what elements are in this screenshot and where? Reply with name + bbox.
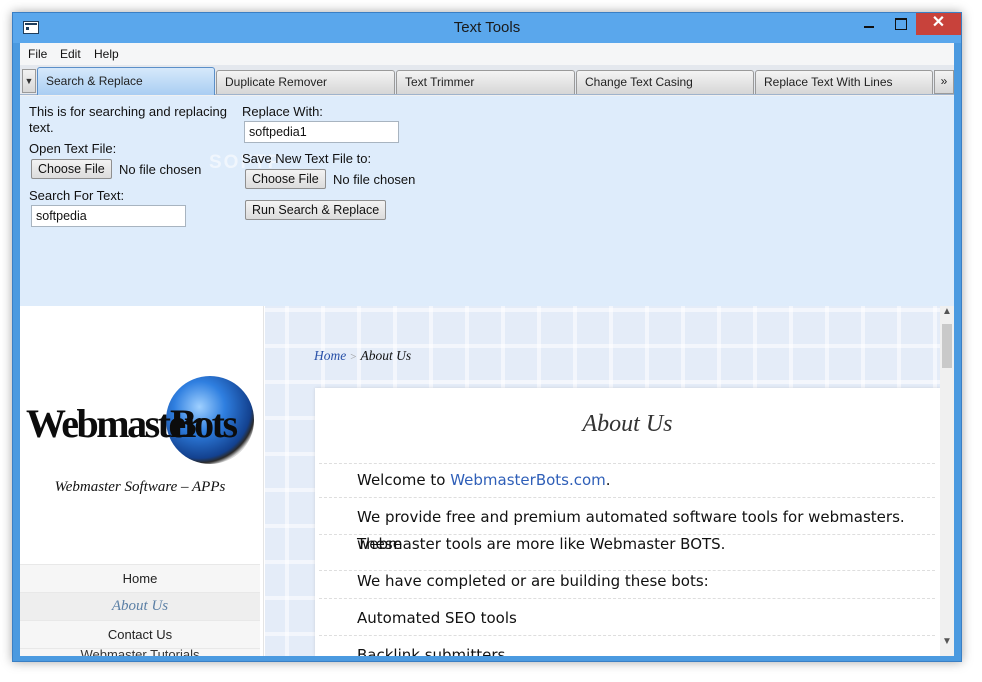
bot-item-backlink: Backlink submitters	[357, 646, 506, 656]
bots-intro: We have completed or are building these …	[357, 572, 709, 590]
menu-edit[interactable]: Edit	[60, 47, 81, 61]
app-window: Text Tools ✕ File Edit Help ▼ Search & R…	[12, 12, 962, 662]
web-view: Webmaster Bots Webmaster Software – APPs…	[20, 306, 954, 656]
nav-item-home[interactable]: Home	[20, 564, 260, 592]
tab-strip: ▼ Search & Replace Duplicate Remover Tex…	[20, 65, 954, 95]
tab-text-trimmer[interactable]: Text Trimmer	[396, 70, 575, 94]
tab-change-text-casing[interactable]: Change Text Casing	[576, 70, 754, 94]
content-card: About Us Welcome to WebmasterBots.com. W…	[315, 388, 940, 656]
breadcrumb-home-link[interactable]: Home	[314, 348, 346, 363]
tab-duplicate-remover[interactable]: Duplicate Remover	[216, 70, 395, 94]
menu-help[interactable]: Help	[94, 47, 119, 61]
open-file-label: Open Text File:	[29, 141, 117, 156]
divider	[319, 635, 935, 636]
vertical-scrollbar[interactable]: ▲ ▼	[940, 306, 954, 656]
breadcrumb-separator: >	[350, 351, 357, 363]
client-area: File Edit Help ▼ Search & Replace Duplic…	[20, 43, 954, 656]
title-bar[interactable]: Text Tools ✕	[13, 13, 961, 43]
welcome-link[interactable]: WebmasterBots.com	[450, 471, 606, 489]
welcome-text: Welcome to WebmasterBots.com.	[357, 467, 927, 494]
open-file-status: No file chosen	[119, 162, 202, 177]
breadcrumb: Home > About Us	[314, 348, 411, 364]
search-replace-panel: SOFTP This is for searching and replacin…	[20, 96, 954, 306]
maximize-button[interactable]	[886, 13, 914, 35]
welcome-suffix: .	[605, 471, 611, 489]
welcome-prefix: Welcome to	[357, 471, 451, 489]
tab-overflow-icon[interactable]: »	[934, 70, 954, 94]
description-line1: This is for searching and replacing	[29, 104, 227, 119]
close-button[interactable]: ✕	[916, 13, 961, 35]
site-nav: Home About Us Contact Us Webmaster Tutor…	[20, 564, 260, 656]
nav-item-webmaster-tutorials[interactable]: Webmaster Tutorials	[20, 648, 260, 656]
description-line2: text.	[29, 120, 54, 135]
nav-item-contact-us[interactable]: Contact Us	[20, 620, 260, 648]
menu-bar: File Edit Help	[20, 43, 954, 65]
page-title: About Us	[582, 411, 673, 437]
window-title: Text Tools	[453, 19, 521, 36]
search-input[interactable]: softpedia	[31, 205, 186, 227]
scroll-down-icon[interactable]: ▼	[940, 636, 954, 652]
save-file-label: Save New Text File to:	[242, 151, 372, 166]
scroll-up-icon[interactable]: ▲	[940, 306, 954, 322]
replace-input[interactable]: softpedia1	[244, 121, 399, 143]
breadcrumb-current: About Us	[360, 348, 412, 363]
menu-file[interactable]: File	[28, 47, 47, 61]
site-logo[interactable]: Webmaster Bots Webmaster Software – APPs	[20, 306, 260, 564]
search-label: Search For Text:	[29, 188, 125, 203]
nav-item-about-us[interactable]: About Us	[20, 592, 260, 620]
logo-word-bots: Bots	[170, 401, 238, 446]
scroll-thumb[interactable]	[942, 324, 952, 368]
intro-line2: webmaster tools are more like Webmaster …	[357, 535, 726, 553]
open-file-choose-button[interactable]: Choose File	[31, 159, 112, 179]
minimize-button[interactable]	[855, 13, 883, 35]
run-search-replace-button[interactable]: Run Search & Replace	[245, 200, 387, 220]
save-file-choose-button[interactable]: Choose File	[245, 169, 326, 189]
tab-replace-text-with-lines[interactable]: Replace Text With Lines	[755, 70, 933, 94]
tab-list-dropdown-icon[interactable]: ▼	[22, 69, 36, 93]
bot-item-seo: Automated SEO tools	[357, 609, 517, 627]
site-sidebar: Webmaster Bots Webmaster Software – APPs…	[20, 306, 264, 656]
divider	[319, 463, 935, 464]
divider	[319, 497, 935, 498]
tab-search-replace[interactable]: Search & Replace	[37, 67, 215, 95]
replace-label: Replace With:	[242, 104, 323, 119]
site-tagline: Webmaster Software – APPs	[54, 479, 226, 495]
divider	[319, 598, 935, 599]
save-file-status: No file chosen	[333, 172, 416, 187]
